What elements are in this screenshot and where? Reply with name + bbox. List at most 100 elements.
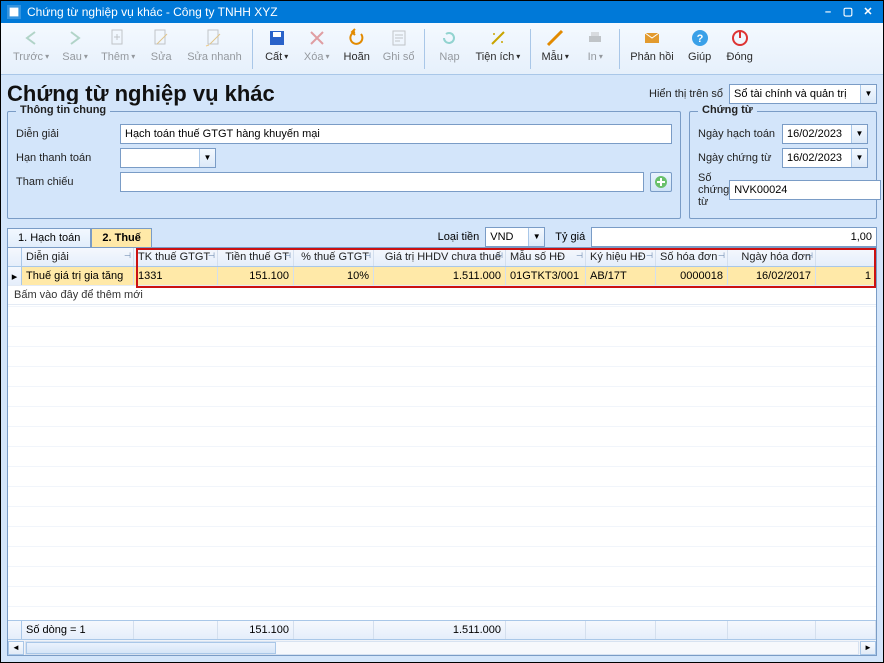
- chevron-down-icon[interactable]: ▼: [851, 149, 867, 167]
- cell-description[interactable]: Thuế giá trị gia tăng: [22, 267, 134, 285]
- add-reference-button[interactable]: [650, 172, 672, 192]
- scroll-thumb[interactable]: [26, 642, 276, 654]
- chevron-down-icon[interactable]: ▼: [860, 85, 876, 103]
- window-title: Chứng từ nghiệp vụ khác - Công ty TNHH X…: [27, 5, 817, 19]
- delete-button[interactable]: Xóa▾: [297, 27, 337, 63]
- feedback-button[interactable]: Phản hồi: [624, 27, 679, 63]
- due-date-label: Hạn thanh toán: [16, 152, 120, 164]
- wand-icon: [487, 27, 509, 49]
- cell-tax-pct[interactable]: 10%: [294, 267, 374, 285]
- rate-input[interactable]: [591, 227, 877, 247]
- minimize-button[interactable]: –: [819, 5, 837, 19]
- save-button[interactable]: Cất▾: [257, 27, 297, 63]
- vou-date-combo[interactable]: ▼: [782, 148, 868, 168]
- edit-button[interactable]: Sửa: [141, 27, 181, 63]
- cell-tax-account[interactable]: 1331: [134, 267, 218, 285]
- col-base-value[interactable]: Giá trị HHDV chưa thuế⊣: [374, 248, 506, 266]
- display-on-label: Hiển thị trên sổ: [649, 88, 723, 100]
- add-button[interactable]: Thêm▾: [95, 27, 141, 63]
- cell-extra[interactable]: 1: [816, 267, 876, 285]
- quickedit-button[interactable]: Sửa nhanh: [181, 27, 247, 63]
- voucher-group: Chứng từ Ngày hạch toán ▼ Ngày chứng từ …: [689, 111, 877, 219]
- chevron-down-icon[interactable]: ▼: [851, 125, 867, 143]
- post-button[interactable]: Ghi sổ: [377, 27, 421, 63]
- next-button[interactable]: Sau▾: [55, 27, 95, 63]
- scroll-left-button[interactable]: ◄: [8, 641, 24, 655]
- reference-label: Tham chiếu: [16, 176, 120, 188]
- horizontal-scrollbar[interactable]: ◄ ►: [8, 639, 876, 655]
- refresh-icon: [438, 27, 460, 49]
- file-plus-icon: [107, 27, 129, 49]
- undo-button[interactable]: Hoãn: [337, 27, 377, 63]
- vou-date-label: Ngày chứng từ: [698, 152, 782, 164]
- maximize-button[interactable]: ▢: [839, 5, 857, 19]
- scroll-right-button[interactable]: ►: [860, 641, 876, 655]
- table-row[interactable]: ▸ Thuế giá trị gia tăng 1331 151.100 10%…: [8, 267, 876, 286]
- template-button[interactable]: Mẫu▾: [535, 27, 575, 63]
- power-icon: [729, 27, 751, 49]
- utilities-button[interactable]: Tiện ích▾: [469, 27, 526, 63]
- reference-input[interactable]: [120, 172, 644, 192]
- cell-inv-serial[interactable]: AB/17T: [586, 267, 656, 285]
- tabstrip: 1. Hạch toán 2. Thuế: [7, 228, 152, 247]
- col-tax-account[interactable]: TK thuế GTGT⊣: [134, 248, 218, 266]
- col-inv-date[interactable]: Ngày hóa đơn⊣: [728, 248, 816, 266]
- tax-total: 151.100: [218, 621, 294, 639]
- col-tax-amount[interactable]: Tiền thuế GT⊣: [218, 248, 294, 266]
- delete-icon: [306, 27, 328, 49]
- chevron-down-icon[interactable]: ▼: [199, 149, 215, 167]
- help-button[interactable]: ?Giúp: [680, 27, 720, 63]
- cell-base-value[interactable]: 1.511.000: [374, 267, 506, 285]
- help-icon: ?: [689, 27, 711, 49]
- chevron-down-icon[interactable]: ▼: [528, 228, 544, 246]
- voucher-legend: Chứng từ: [698, 104, 757, 116]
- tax-grid: Diễn giải⊣ TK thuế GTGT⊣ Tiền thuế GT⊣ %…: [7, 247, 877, 656]
- app-window: Chứng từ nghiệp vụ khác - Công ty TNHH X…: [0, 0, 884, 663]
- due-date-input[interactable]: [121, 149, 199, 167]
- col-description[interactable]: Diễn giải⊣: [22, 248, 134, 266]
- description-label: Diễn giải: [16, 128, 120, 140]
- current-row-indicator: ▸: [8, 267, 22, 285]
- currency-combo[interactable]: ▼: [485, 227, 545, 247]
- col-inv-form[interactable]: Mẫu số HĐ⊣: [506, 248, 586, 266]
- tab-tax[interactable]: 2. Thuế: [91, 228, 152, 247]
- app-icon: [7, 5, 21, 19]
- base-total: 1.511.000: [374, 621, 506, 639]
- display-on-combo[interactable]: ▼: [729, 84, 877, 104]
- close-window-button[interactable]: ✕: [859, 5, 877, 19]
- cell-inv-no[interactable]: 0000018: [656, 267, 728, 285]
- scroll-track[interactable]: [25, 641, 859, 655]
- display-on-value[interactable]: [730, 85, 860, 103]
- cell-tax-amount[interactable]: 151.100: [218, 267, 294, 285]
- close-button[interactable]: Đóng: [720, 27, 760, 63]
- currency-input[interactable]: [486, 228, 528, 246]
- col-inv-serial[interactable]: Ký hiệu HĐ⊣: [586, 248, 656, 266]
- col-extra[interactable]: [816, 248, 876, 266]
- voucher-no-label: Số chứng từ: [698, 172, 729, 208]
- load-button[interactable]: Nạp: [429, 27, 469, 63]
- grid-header: Diễn giải⊣ TK thuế GTGT⊣ Tiền thuế GT⊣ %…: [8, 248, 876, 267]
- mail-icon: [641, 27, 663, 49]
- add-row-hint[interactable]: Bấm vào đây để thêm mới: [8, 286, 876, 305]
- arrow-left-icon: [20, 27, 42, 49]
- description-input[interactable]: [120, 124, 672, 144]
- post-icon: [388, 27, 410, 49]
- col-inv-no[interactable]: Số hóa đơn⊣: [656, 248, 728, 266]
- voucher-no-input[interactable]: [729, 180, 881, 200]
- col-tax-pct[interactable]: % thuế GTGT⊣: [294, 248, 374, 266]
- currency-label: Loại tiền: [438, 231, 480, 243]
- grid-footer: Số dòng = 1 151.100 1.511.000: [8, 620, 876, 639]
- cell-inv-date[interactable]: 16/02/2017: [728, 267, 816, 285]
- cell-inv-form[interactable]: 01GTKT3/001: [506, 267, 586, 285]
- acc-date-combo[interactable]: ▼: [782, 124, 868, 144]
- prev-button[interactable]: Trước▾: [7, 27, 55, 63]
- save-icon: [266, 27, 288, 49]
- vou-date-input[interactable]: [783, 149, 851, 167]
- due-date-combo[interactable]: ▼: [120, 148, 216, 168]
- acc-date-input[interactable]: [783, 125, 851, 143]
- general-info-group: Thông tin chung Diễn giải Hạn thanh toán…: [7, 111, 681, 219]
- undo-icon: [346, 27, 368, 49]
- tab-accounting[interactable]: 1. Hạch toán: [7, 228, 91, 247]
- print-button[interactable]: In▾: [575, 27, 615, 63]
- general-legend: Thông tin chung: [16, 104, 110, 116]
